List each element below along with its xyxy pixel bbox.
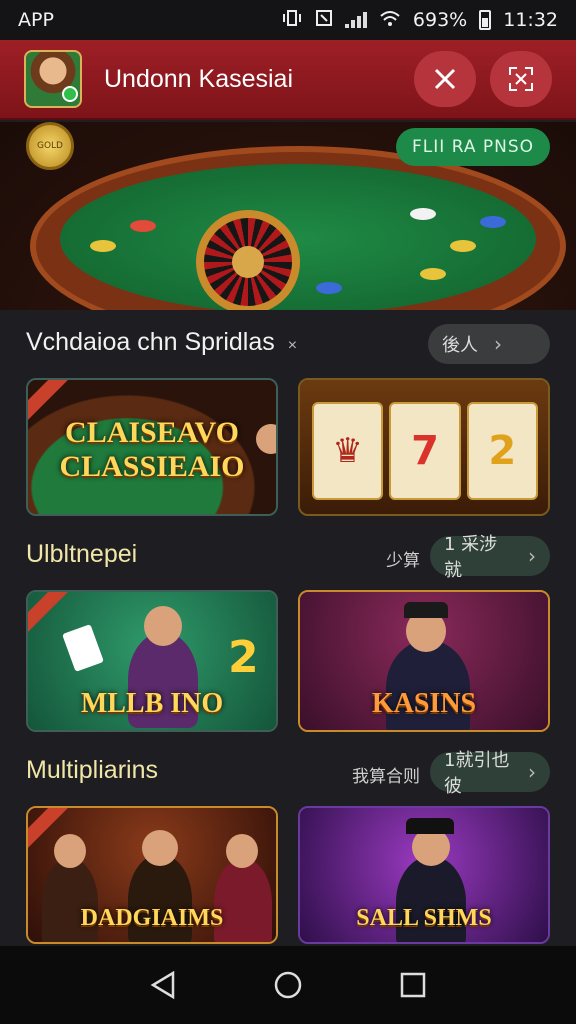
- recents-button[interactable]: [393, 965, 433, 1005]
- signal-icon: [344, 12, 367, 28]
- battery-icon: [479, 10, 492, 30]
- section-2-more-label[interactable]: 少算: [386, 546, 420, 571]
- back-button[interactable]: [143, 965, 183, 1005]
- close-icon: [434, 68, 456, 90]
- section-2-more-button[interactable]: 1 采涉就 ›: [430, 534, 550, 581]
- roulette-wheel-icon: [196, 210, 300, 310]
- section-3-pill-label: 1就引也彼: [444, 750, 510, 797]
- table-felt: [60, 164, 536, 310]
- app-title: Undonn Kasesiai: [104, 64, 294, 93]
- chevron-right-icon: ›: [528, 760, 536, 784]
- vibrate-icon: [281, 9, 303, 32]
- expand-icon: [509, 67, 533, 91]
- game-card-slots[interactable]: ♛ 7 2: [298, 378, 550, 516]
- section-1-title-text: Vchdaioa chn Spridlas: [26, 328, 275, 356]
- hero-banner[interactable]: GOLD FLII RA PNSO: [0, 122, 576, 310]
- section-title-2: Ulbltnepei: [26, 540, 138, 568]
- card-caption: SALL SHMS: [356, 905, 492, 931]
- system-nav-bar: [0, 946, 576, 1024]
- app-header: Undonn Kasesiai: [0, 40, 576, 120]
- game-card-mllb[interactable]: 2 MLLB INO: [26, 590, 278, 732]
- wifi-icon: [379, 9, 401, 32]
- home-button[interactable]: [268, 965, 308, 1005]
- avatar[interactable]: [24, 50, 82, 108]
- section-1-more-button[interactable]: 後人 ›: [428, 324, 550, 364]
- chevron-right-icon: ›: [494, 332, 502, 356]
- gold-coin-icon: GOLD: [26, 122, 74, 170]
- chevron-right-icon: ›: [528, 544, 536, 568]
- hero-badge[interactable]: FLII RA PNSO: [396, 128, 550, 166]
- expand-button[interactable]: [490, 51, 552, 107]
- section-3-more-button[interactable]: 1就引也彼 ›: [430, 750, 550, 797]
- battery-percent: 693%: [412, 9, 468, 31]
- card-caption: DADGIAIMS: [80, 905, 224, 931]
- status-carrier: APP: [18, 9, 54, 31]
- close-button[interactable]: [414, 51, 476, 107]
- card-caption: MLLB INO: [80, 688, 224, 719]
- coin-label: GOLD: [36, 141, 63, 151]
- section-1-dismiss-icon[interactable]: ×: [288, 337, 297, 354]
- game-card-sall-shms[interactable]: SALL SHMS: [298, 806, 550, 944]
- status-bar: APP 693% 11:32: [0, 0, 576, 40]
- section-2-pill-label: 1 采涉就: [444, 534, 498, 581]
- card-caption: KASINS: [371, 688, 477, 719]
- section-1-pill-label: 後人: [442, 335, 478, 356]
- section-title-1: Vchdaioa chn Spridlas ×: [26, 328, 297, 357]
- section-3-more-label[interactable]: 我算合则: [352, 762, 420, 787]
- back-icon: [150, 970, 174, 1000]
- section-title-3: Multipliarins: [26, 756, 158, 784]
- nfc-icon: [315, 9, 333, 32]
- game-card-classic[interactable]: CLAISEAVO CLASSIEAIO: [26, 378, 278, 516]
- online-indicator: [62, 86, 78, 102]
- game-card-kasins[interactable]: KASINS: [298, 590, 550, 732]
- game-card-dadgiaims[interactable]: DADGIAIMS: [26, 806, 278, 944]
- card-caption: CLAISEAVO CLASSIEAIO: [59, 416, 245, 483]
- recents-icon: [401, 972, 426, 998]
- number-decoration: 2: [228, 632, 259, 683]
- status-time: 11:32: [503, 9, 558, 31]
- home-icon: [274, 971, 302, 999]
